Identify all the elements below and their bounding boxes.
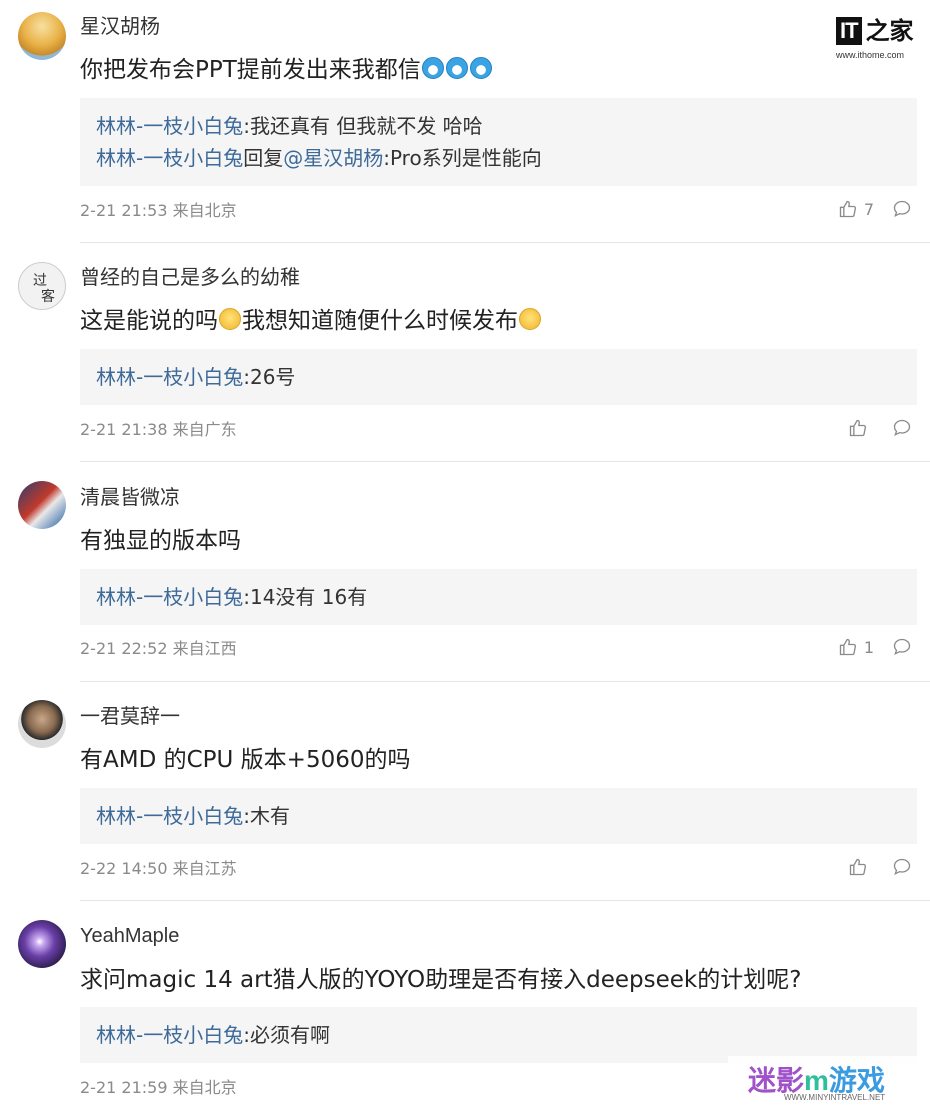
reply-author[interactable]: 林林-一枝小白兔 bbox=[96, 1023, 243, 1047]
reply-author[interactable]: 林林-一枝小白兔 bbox=[96, 365, 243, 389]
ithome-logo: IT 之家 www.ithome.com bbox=[836, 14, 918, 62]
thumbs-up-icon bbox=[849, 419, 867, 437]
reply-button[interactable] bbox=[892, 637, 912, 657]
reply-mention[interactable]: @星汉胡杨 bbox=[283, 146, 383, 170]
reply-separator: : bbox=[243, 1023, 250, 1047]
reply-author[interactable]: 林林-一枝小白兔 bbox=[96, 114, 243, 138]
comment-actions: 7 bbox=[838, 199, 912, 219]
reply-separator: : bbox=[243, 114, 250, 138]
reply-separator: : bbox=[243, 804, 250, 828]
comment-bubble-icon bbox=[893, 419, 911, 436]
divider bbox=[80, 681, 930, 682]
watermark-part: m bbox=[804, 1065, 829, 1096]
calligraphy-icon: 过客 bbox=[33, 273, 55, 305]
emoji-icon bbox=[421, 57, 444, 79]
avatar[interactable] bbox=[18, 12, 66, 60]
comment-author[interactable]: 曾经的自己是多么的幼稚 bbox=[80, 265, 300, 289]
reply-text: 木有 bbox=[249, 804, 290, 828]
comment-bubble-icon bbox=[893, 200, 911, 217]
comment-author[interactable]: 一君莫辞一 bbox=[80, 704, 180, 728]
comment-actions bbox=[848, 418, 912, 438]
reply-line: 林林-一枝小白兔:必须有啊 bbox=[96, 1019, 901, 1051]
logo-mark: IT bbox=[836, 17, 862, 45]
watermark-url: WWW.MINYINTRAVEL.NET bbox=[784, 1093, 886, 1102]
comment-text-content: 有AMD 的CPU 版本+5060的吗 bbox=[80, 747, 411, 773]
thumbs-up-icon bbox=[839, 200, 856, 218]
comment-text-content: 你把发布会PPT提前发出来我都信 bbox=[80, 57, 421, 83]
reply-text: 必须有啊 bbox=[249, 1023, 330, 1047]
reply-line: 林林-一枝小白兔:26号 bbox=[96, 361, 901, 393]
comment-text: 有独显的版本吗 bbox=[80, 526, 241, 556]
like-count: 1 bbox=[863, 637, 874, 657]
svg-text:客: 客 bbox=[41, 288, 55, 305]
comment-text-content: 这是能说的吗 bbox=[80, 308, 218, 334]
reply-separator: : bbox=[243, 585, 250, 609]
comment-meta: 2-22 14:50 来自江苏 bbox=[80, 859, 237, 878]
comment-text-content: 有独显的版本吗 bbox=[80, 528, 241, 554]
comment-text: 有AMD 的CPU 版本+5060的吗 bbox=[80, 745, 410, 775]
thumbs-up-icon bbox=[849, 858, 867, 876]
reply-box: 林林-一枝小白兔:14没有 16有 bbox=[80, 569, 917, 625]
reply-author[interactable]: 林林-一枝小白兔 bbox=[96, 585, 243, 609]
avatar[interactable] bbox=[18, 920, 66, 968]
reply-text: Pro系列是性能向 bbox=[389, 146, 542, 170]
comment-meta: 2-21 21:59 来自北京 bbox=[80, 1078, 237, 1097]
reply-button[interactable] bbox=[892, 418, 912, 438]
reply-separator: : bbox=[383, 146, 390, 170]
reply-text: 14没有 16有 bbox=[249, 585, 368, 609]
reply-text: 26号 bbox=[249, 365, 296, 389]
comment-bubble-icon bbox=[893, 858, 911, 875]
like-button[interactable]: 7 bbox=[838, 199, 874, 219]
thumbs-up-icon bbox=[839, 638, 856, 656]
comment-meta: 2-21 21:53 来自北京 bbox=[80, 201, 237, 220]
reply-word: 回复 bbox=[243, 146, 284, 170]
divider bbox=[80, 900, 930, 901]
comment-author[interactable]: 星汉胡杨 bbox=[80, 14, 160, 38]
logo-name: 之家 bbox=[865, 17, 914, 45]
reply-line: 林林-一枝小白兔回复@星汉胡杨:Pro系列是性能向 bbox=[96, 142, 901, 174]
like-button[interactable] bbox=[848, 857, 874, 877]
reply-button[interactable] bbox=[892, 857, 912, 877]
comment-actions bbox=[848, 857, 912, 877]
reply-box: 林林-一枝小白兔:必须有啊 bbox=[80, 1007, 917, 1063]
like-button[interactable] bbox=[848, 418, 874, 438]
reply-box: 林林-一枝小白兔:木有 bbox=[80, 788, 917, 844]
svg-text:过: 过 bbox=[33, 273, 47, 289]
comment-text: 求问magic 14 art猎人版的YOYO助理是否有接入deepseek的计划… bbox=[80, 965, 801, 995]
emoji-icon bbox=[445, 57, 468, 79]
avatar[interactable] bbox=[18, 481, 66, 529]
comment-bubble-icon bbox=[893, 638, 911, 655]
reply-separator: : bbox=[243, 365, 250, 389]
avatar[interactable]: 过客 bbox=[18, 262, 66, 310]
comment-actions: 1 bbox=[838, 637, 912, 657]
like-count: 7 bbox=[863, 199, 874, 219]
comment-text-content: 我想知道随便什么时候发布 bbox=[242, 308, 518, 334]
comment-text: 这是能说的吗 我想知道随便什么时候发布 bbox=[80, 306, 542, 336]
comment-meta: 2-21 22:52 来自江西 bbox=[80, 639, 237, 658]
logo-url: www.ithome.com bbox=[836, 50, 905, 60]
comment-meta: 2-21 21:38 来自广东 bbox=[80, 420, 237, 439]
avatar[interactable] bbox=[18, 700, 66, 748]
reply-box: 林林-一枝小白兔:我还真有 但我就不发 哈哈 林林-一枝小白兔回复@星汉胡杨:P… bbox=[80, 98, 917, 186]
reply-box: 林林-一枝小白兔:26号 bbox=[80, 349, 917, 405]
reply-text: 我还真有 但我就不发 哈哈 bbox=[249, 114, 483, 138]
divider bbox=[80, 461, 930, 462]
laugh-emoji-icon bbox=[519, 308, 541, 330]
reply-line: 林林-一枝小白兔:14没有 16有 bbox=[96, 581, 901, 613]
site-watermark: 迷影m游戏 WWW.MINYINTRAVEL.NET bbox=[728, 1056, 930, 1105]
reply-button[interactable] bbox=[892, 199, 912, 219]
comment-text: 你把发布会PPT提前发出来我都信 bbox=[80, 55, 493, 85]
reply-author[interactable]: 林林-一枝小白兔 bbox=[96, 146, 243, 170]
reply-line: 林林-一枝小白兔:我还真有 但我就不发 哈哈 bbox=[96, 110, 901, 142]
like-button[interactable]: 1 bbox=[838, 637, 874, 657]
reply-line: 林林-一枝小白兔:木有 bbox=[96, 800, 901, 832]
comment-text-content: 求问magic 14 art猎人版的YOYO助理是否有接入deepseek的计划… bbox=[80, 967, 802, 993]
emoji-icon bbox=[469, 57, 492, 79]
reply-author[interactable]: 林林-一枝小白兔 bbox=[96, 804, 243, 828]
grin-emoji-icon bbox=[219, 308, 241, 330]
comment-author[interactable]: YeahMaple bbox=[80, 924, 179, 948]
divider bbox=[80, 242, 930, 243]
comment-author[interactable]: 清晨皆微凉 bbox=[80, 485, 180, 509]
